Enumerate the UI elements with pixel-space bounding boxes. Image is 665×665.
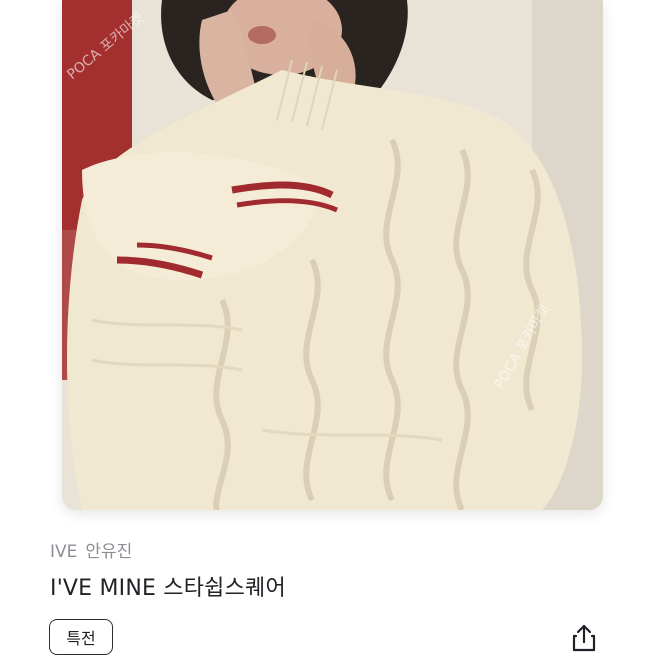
- share-icon: [572, 624, 596, 652]
- photocard-image[interactable]: POCA 포카마켓 POCA 포카마켓: [62, 0, 603, 510]
- benefit-badge[interactable]: 특전: [49, 619, 113, 655]
- share-button[interactable]: [566, 620, 602, 656]
- benefit-badge-label: 특전: [66, 629, 96, 648]
- item-title: I'VE MINE 스타쉽스퀘어: [50, 576, 286, 601]
- artist-line: IVE 안유진: [50, 537, 140, 562]
- photocard-photo: POCA 포카마켓 POCA 포카마켓: [62, 0, 603, 510]
- group-name: IVE: [50, 542, 78, 562]
- member-name: 안유진: [85, 542, 133, 562]
